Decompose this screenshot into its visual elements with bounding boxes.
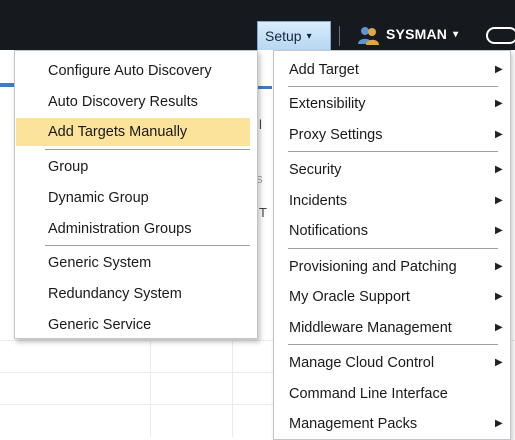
menu-item-notifications[interactable]: Notifications ▶ bbox=[274, 217, 510, 245]
chevron-right-icon: ▶ bbox=[495, 64, 503, 75]
menu-item-auto-discovery-results[interactable]: Auto Discovery Results bbox=[16, 88, 250, 116]
menu-item-redundancy-system[interactable]: Redundancy System bbox=[16, 280, 250, 308]
background-text: T bbox=[259, 205, 267, 220]
menu-item-label: Middleware Management bbox=[289, 320, 452, 336]
background-text: l bbox=[259, 117, 262, 132]
menu-divider bbox=[288, 248, 498, 249]
setup-label: Setup bbox=[265, 28, 302, 44]
chevron-right-icon: ▶ bbox=[495, 322, 503, 333]
chevron-down-icon: ▾ bbox=[453, 28, 459, 40]
user-menu-button[interactable]: SYSMAN ▾ bbox=[386, 26, 458, 42]
chevron-right-icon: ▶ bbox=[495, 129, 503, 140]
menu-item-group[interactable]: Group bbox=[16, 153, 250, 181]
menu-divider bbox=[45, 149, 250, 150]
background-accent bbox=[258, 86, 272, 89]
menu-item-management-packs[interactable]: Management Packs ▶ bbox=[274, 410, 510, 438]
menu-item-label: Add Target bbox=[289, 62, 359, 78]
chevron-right-icon: ▶ bbox=[495, 291, 503, 302]
menu-item-configure-auto-discovery[interactable]: Configure Auto Discovery bbox=[16, 57, 250, 85]
menu-item-label: Provisioning and Patching bbox=[289, 259, 457, 275]
menu-item-command-line-interface[interactable]: Command Line Interface bbox=[274, 380, 510, 408]
menu-item-label: Proxy Settings bbox=[289, 127, 383, 143]
add-target-submenu: Configure Auto Discovery Auto Discovery … bbox=[14, 50, 258, 339]
chevron-right-icon: ▶ bbox=[495, 164, 503, 175]
menu-item-security[interactable]: Security ▶ bbox=[274, 156, 510, 184]
menu-item-administration-groups[interactable]: Administration Groups bbox=[16, 215, 250, 243]
background-accent bbox=[0, 83, 14, 87]
background-gridline bbox=[232, 340, 233, 437]
menu-item-label: Command Line Interface bbox=[289, 386, 448, 402]
menu-item-label: Management Packs bbox=[289, 416, 418, 432]
menu-item-add-targets-manually[interactable]: Add Targets Manually bbox=[16, 118, 250, 146]
help-toggle-button[interactable] bbox=[486, 27, 515, 44]
setup-dropdown-menu: Add Target ▶ Extensibility ▶ Proxy Setti… bbox=[273, 50, 511, 440]
menu-item-extensibility[interactable]: Extensibility ▶ bbox=[274, 90, 510, 118]
menu-divider bbox=[45, 245, 250, 246]
background-gridline bbox=[150, 340, 151, 437]
menu-divider bbox=[288, 86, 498, 87]
menu-item-incidents[interactable]: Incidents ▶ bbox=[274, 187, 510, 215]
toolbar-divider bbox=[339, 26, 340, 46]
menu-item-generic-service[interactable]: Generic Service bbox=[16, 311, 250, 339]
menu-item-generic-system[interactable]: Generic System bbox=[16, 249, 250, 277]
user-name-label: SYSMAN bbox=[386, 26, 448, 42]
chevron-right-icon: ▶ bbox=[495, 418, 503, 429]
chevron-down-icon: ▾ bbox=[306, 30, 312, 42]
menu-item-add-target[interactable]: Add Target ▶ bbox=[274, 56, 510, 84]
menu-divider bbox=[288, 344, 498, 345]
user-group-icon bbox=[358, 27, 379, 45]
menu-item-label: Incidents bbox=[289, 193, 348, 209]
chevron-right-icon: ▶ bbox=[495, 98, 503, 109]
menu-item-manage-cloud-control[interactable]: Manage Cloud Control ▶ bbox=[274, 349, 510, 377]
chevron-right-icon: ▶ bbox=[495, 261, 503, 272]
menu-divider bbox=[288, 151, 498, 152]
setup-menu-button[interactable]: Setup ▾ bbox=[257, 21, 331, 50]
menu-item-dynamic-group[interactable]: Dynamic Group bbox=[16, 184, 250, 212]
menu-item-label: Notifications bbox=[289, 223, 368, 239]
menu-item-provisioning-and-patching[interactable]: Provisioning and Patching ▶ bbox=[274, 253, 510, 281]
menu-item-middleware-management[interactable]: Middleware Management ▶ bbox=[274, 314, 510, 342]
menu-item-my-oracle-support[interactable]: My Oracle Support ▶ bbox=[274, 283, 510, 311]
chevron-right-icon: ▶ bbox=[495, 195, 503, 206]
chevron-right-icon: ▶ bbox=[495, 357, 503, 368]
menu-item-label: My Oracle Support bbox=[289, 289, 410, 305]
menu-item-proxy-settings[interactable]: Proxy Settings ▶ bbox=[274, 121, 510, 149]
menu-item-label: Extensibility bbox=[289, 96, 366, 112]
menu-item-label: Security bbox=[289, 162, 342, 178]
top-bar: Setup ▾ SYSMAN ▾ bbox=[0, 0, 515, 50]
chevron-right-icon: ▶ bbox=[495, 225, 503, 236]
menu-item-label: Manage Cloud Control bbox=[289, 355, 435, 371]
